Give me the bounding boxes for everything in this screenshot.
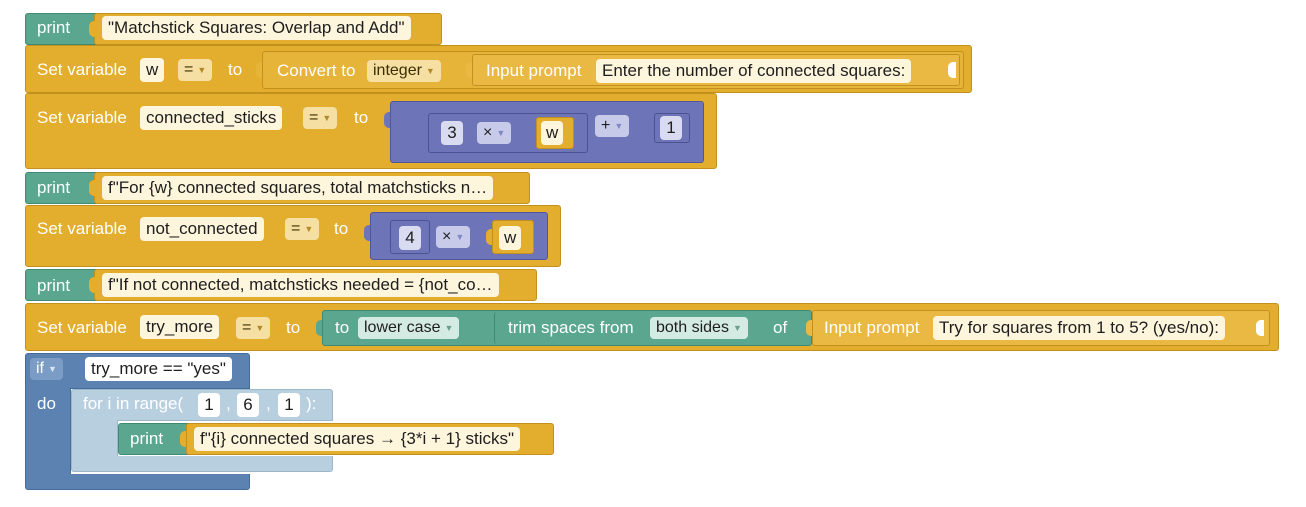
assign-operator-dropdown[interactable]: = ▼: [303, 107, 338, 129]
to-keyword: to: [335, 318, 350, 337]
assign-operator: =: [309, 109, 319, 126]
chevron-down-icon: ▼: [48, 364, 57, 374]
assign-operator-dropdown[interactable]: = ▼: [178, 59, 213, 81]
multiply-operator-dropdown[interactable]: × ▼: [477, 122, 512, 144]
print-text-field-1[interactable]: "Matchstick Squares: Overlap and Add": [102, 16, 411, 40]
assign-operator: =: [242, 319, 252, 336]
chevron-down-icon: ▼: [304, 224, 314, 234]
if-block-footer: [25, 474, 250, 490]
chevron-down-icon: ▼: [444, 323, 454, 333]
multiply-operator: ×: [483, 124, 493, 141]
puzzle-notch: [256, 62, 262, 78]
trim-spaces-label: trim spaces from: [508, 318, 634, 337]
puzzle-notch: [316, 320, 322, 336]
print-text-field-3[interactable]: f"If not connected, matchsticks needed =…: [102, 273, 499, 297]
chevron-down-icon: ▼: [455, 232, 465, 242]
chevron-down-icon: ▼: [732, 323, 742, 333]
range-separator: ,: [226, 394, 231, 413]
if-dropdown[interactable]: if ▼: [30, 358, 63, 380]
add-operator-dropdown[interactable]: + ▼: [595, 115, 630, 137]
print-text-field-4[interactable]: f"{i} connected squares → {3*i + 1} stic…: [194, 427, 521, 451]
input-prompt-label: Input prompt: [824, 318, 920, 337]
puzzle-notch: [486, 229, 492, 245]
to-label: to: [228, 60, 243, 79]
set-variable-label: Set variable: [37, 318, 127, 337]
multiply-operator: ×: [442, 228, 452, 245]
set-variable-label: Set variable: [37, 219, 127, 238]
variable-name-w[interactable]: w: [140, 58, 165, 82]
convert-type-dropdown[interactable]: integer ▼: [367, 60, 441, 82]
assign-operator-dropdown[interactable]: = ▼: [285, 218, 320, 240]
variable-w[interactable]: w: [499, 226, 522, 250]
do-label: do: [37, 394, 56, 413]
if-keyword: if: [36, 360, 44, 377]
puzzle-notch: [89, 21, 95, 37]
for-loop-head: for i in range(: [83, 394, 184, 413]
assign-operator: =: [184, 61, 194, 78]
puzzle-notch: [648, 120, 654, 136]
case-option: lower case: [364, 319, 441, 336]
range-step[interactable]: 1: [278, 393, 300, 417]
puzzle-notch: [466, 62, 472, 78]
print-keyword: print: [37, 178, 71, 197]
print-keyword: print: [37, 276, 71, 295]
puzzle-notch: [89, 277, 95, 293]
case-dropdown[interactable]: lower case ▼: [358, 317, 460, 339]
chevron-down-icon: ▼: [614, 121, 624, 131]
variable-name-try-more[interactable]: try_more: [140, 315, 220, 339]
variable-w[interactable]: w: [541, 121, 564, 145]
chevron-down-icon: ▼: [197, 65, 207, 75]
for-loop-footer: [71, 456, 333, 472]
print-keyword: print: [37, 18, 71, 37]
if-condition-field[interactable]: try_more == "yes": [85, 357, 232, 381]
puzzle-notch: [806, 320, 812, 336]
puzzle-notch: [1256, 320, 1264, 336]
add-operator: +: [601, 117, 611, 134]
chevron-down-icon: ▼: [496, 128, 506, 138]
for-loop-tail: ):: [306, 394, 317, 413]
puzzle-notch: [384, 112, 390, 128]
to-label: to: [286, 318, 301, 337]
variable-name-connected-sticks[interactable]: connected_sticks: [140, 106, 283, 130]
chevron-down-icon: ▼: [322, 113, 332, 123]
number-4[interactable]: 4: [399, 226, 421, 250]
puzzle-notch: [364, 225, 370, 241]
convert-to-label: Convert to: [277, 61, 356, 80]
print-text-field-2[interactable]: f"For {w} connected squares, total match…: [102, 176, 494, 200]
range-stop[interactable]: 6: [237, 393, 259, 417]
input-prompt-label: Input prompt: [486, 61, 582, 80]
assign-operator-dropdown[interactable]: = ▼: [236, 317, 271, 339]
number-1[interactable]: 1: [660, 116, 682, 140]
for-loop-body-left: [71, 420, 118, 460]
set-variable-label: Set variable: [37, 60, 127, 79]
puzzle-notch: [486, 320, 492, 336]
range-start[interactable]: 1: [198, 393, 220, 417]
to-label: to: [354, 108, 369, 127]
range-separator: ,: [266, 394, 271, 413]
sides-dropdown[interactable]: both sides ▼: [650, 317, 748, 339]
multiply-operator-dropdown[interactable]: × ▼: [436, 226, 471, 248]
variable-name-not-connected[interactable]: not_connected: [140, 217, 264, 241]
to-label: to: [334, 219, 349, 238]
puzzle-notch: [422, 122, 428, 138]
chevron-down-icon: ▼: [255, 323, 265, 333]
puzzle-notch: [948, 62, 956, 78]
sides-option: both sides: [656, 319, 729, 336]
input-prompt-text-2[interactable]: Try for squares from 1 to 5? (yes/no):: [933, 316, 1225, 340]
print-keyword: print: [130, 429, 164, 448]
of-label: of: [773, 318, 788, 337]
set-variable-label: Set variable: [37, 108, 127, 127]
input-prompt-text-1[interactable]: Enter the number of connected squares:: [596, 59, 912, 83]
chevron-down-icon: ▼: [425, 66, 435, 76]
puzzle-notch: [180, 431, 186, 447]
convert-type: integer: [373, 62, 422, 79]
puzzle-notch: [89, 180, 95, 196]
number-3[interactable]: 3: [441, 121, 463, 145]
assign-operator: =: [291, 220, 301, 237]
